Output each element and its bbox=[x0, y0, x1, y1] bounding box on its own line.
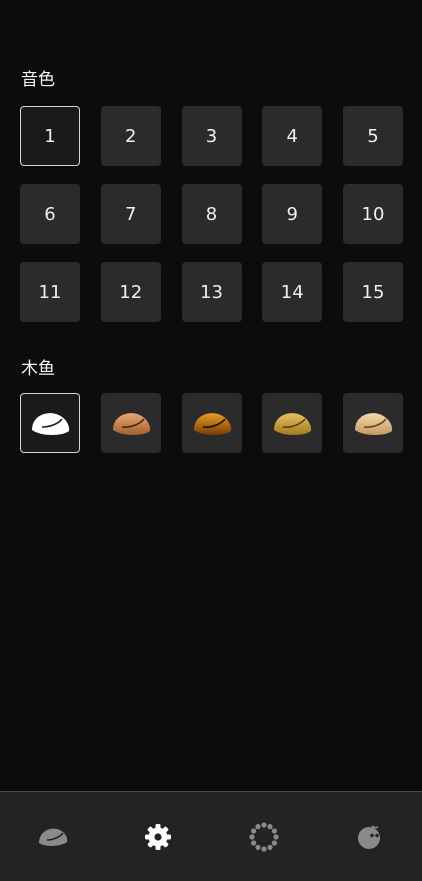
timbre-option-7[interactable]: 7 bbox=[100, 184, 161, 244]
timbre-option-4[interactable]: 4 bbox=[262, 106, 323, 166]
woodfish-style-1[interactable] bbox=[20, 393, 80, 453]
timbre-option-10[interactable]: 10 bbox=[343, 184, 403, 244]
woodfish-style-grid bbox=[20, 393, 403, 453]
timbre-option-8[interactable]: 8 bbox=[181, 184, 242, 244]
bottom-tab-bar bbox=[0, 791, 422, 881]
timbre-option-5[interactable]: 5 bbox=[343, 106, 403, 166]
timbre-option-9[interactable]: 9 bbox=[262, 184, 323, 244]
timbre-option-2[interactable]: 2 bbox=[100, 106, 161, 166]
woodfish-style-2[interactable] bbox=[100, 393, 161, 453]
prayer-beads-icon bbox=[249, 821, 279, 852]
timbre-option-11[interactable]: 11 bbox=[20, 262, 80, 322]
dark-wood-woodfish-icon bbox=[193, 413, 231, 435]
face-icon bbox=[358, 824, 381, 849]
timbre-option-15[interactable]: 15 bbox=[343, 262, 403, 322]
white-woodfish-icon bbox=[32, 413, 70, 435]
timbre-option-14[interactable]: 14 bbox=[262, 262, 323, 322]
timbre-option-12[interactable]: 12 bbox=[100, 262, 161, 322]
timbre-option-3[interactable]: 3 bbox=[181, 106, 242, 166]
beige-woodfish-icon bbox=[355, 413, 393, 435]
timbre-grid: 1 2 3 4 5 6 7 8 9 10 11 12 13 14 15 bbox=[20, 106, 403, 322]
tab-woodfish[interactable] bbox=[23, 807, 83, 867]
tab-settings[interactable] bbox=[128, 807, 188, 867]
woodfish-style-3[interactable] bbox=[181, 393, 242, 453]
woodfish-section-title: 木鱼 bbox=[21, 359, 55, 379]
tab-prayer-beads[interactable] bbox=[234, 807, 294, 867]
gold-woodfish-icon bbox=[274, 413, 312, 435]
timbre-option-13[interactable]: 13 bbox=[181, 262, 242, 322]
woodfish-icon bbox=[38, 828, 67, 846]
timbre-section-title: 音色 bbox=[21, 70, 55, 90]
timbre-option-6[interactable]: 6 bbox=[20, 184, 80, 244]
gear-icon bbox=[145, 823, 172, 850]
light-wood-woodfish-icon bbox=[112, 413, 150, 435]
woodfish-style-4[interactable] bbox=[262, 393, 323, 453]
woodfish-style-5[interactable] bbox=[343, 393, 403, 453]
tab-profile[interactable] bbox=[339, 807, 399, 867]
timbre-option-1[interactable]: 1 bbox=[20, 106, 80, 166]
